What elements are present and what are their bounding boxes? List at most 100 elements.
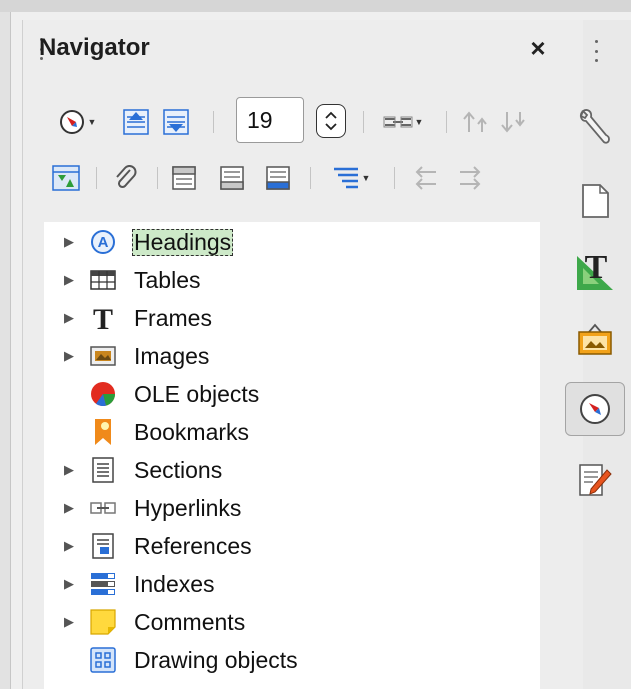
headings-icon: A	[90, 229, 116, 255]
expand-arrow-icon[interactable]: ▶	[64, 462, 74, 478]
promote-level-button[interactable]	[408, 162, 444, 194]
tree-item-headings[interactable]: ▶ A Headings	[44, 223, 540, 261]
panel-title: Navigator	[39, 34, 150, 61]
svg-text:T: T	[93, 304, 113, 332]
page-number-input[interactable]: 19	[236, 97, 304, 143]
tree-item-label: Sections	[134, 456, 223, 483]
sidebar-item-gallery[interactable]	[565, 312, 625, 366]
content-tree[interactable]: ▶ A Headings ▶ Tables ▶ T Frames ▶ Image…	[44, 222, 540, 689]
left-dock-edge	[0, 12, 11, 689]
manage-changes-icon	[579, 464, 612, 496]
images-icon	[90, 343, 116, 369]
previous-object-icon	[123, 109, 149, 135]
frames-icon: T	[90, 304, 116, 332]
header-icon	[172, 166, 196, 190]
tree-item-ole-objects[interactable]: OLE objects	[44, 375, 540, 413]
tree-item-frames[interactable]: ▶ T Frames	[44, 299, 540, 337]
tree-item-indexes[interactable]: ▶ Indexes	[44, 565, 540, 603]
expand-arrow-icon[interactable]: ▶	[64, 310, 74, 326]
sections-icon	[90, 457, 116, 483]
dropdown-arrow-icon: ▼	[87, 117, 97, 127]
tree-item-hyperlinks[interactable]: ▶ Hyperlinks	[44, 489, 540, 527]
promote-chapter-icon	[463, 111, 487, 132]
previous-object-button[interactable]	[120, 106, 152, 138]
expand-arrow-icon[interactable]: ▶	[64, 500, 74, 516]
paperclip-icon	[116, 165, 137, 189]
tree-item-references[interactable]: ▶ References	[44, 527, 540, 565]
tree-item-comments[interactable]: ▶ Comments	[44, 603, 540, 641]
tree-item-label: References	[134, 532, 252, 559]
page-icon	[582, 184, 609, 218]
expand-arrow-icon[interactable]: ▶	[64, 614, 74, 630]
expand-arrow-icon[interactable]: ▶	[64, 576, 74, 592]
toolbar-separator	[157, 167, 158, 189]
ole-objects-icon	[90, 381, 116, 407]
header-button[interactable]	[168, 162, 200, 194]
navigate-by-button[interactable]: ▼	[50, 106, 104, 138]
tree-item-label: Headings	[132, 228, 234, 256]
tree-item-bookmarks[interactable]: Bookmarks	[44, 413, 540, 451]
page-spinner-button[interactable]	[316, 104, 346, 138]
bookmarks-icon	[90, 419, 116, 445]
set-reminder-button[interactable]	[108, 162, 144, 194]
demote-chapter-icon	[501, 112, 525, 133]
sidebar-grip-icon[interactable]	[595, 40, 599, 62]
footer-icon	[220, 166, 244, 190]
navigator-icon	[580, 394, 610, 424]
sidebar-item-properties[interactable]	[565, 100, 625, 154]
tree-item-label: OLE objects	[134, 380, 260, 407]
expand-arrow-icon[interactable]: ▶	[64, 234, 74, 250]
expand-arrow-icon[interactable]: ▶	[64, 272, 74, 288]
toolbar-separator	[363, 111, 364, 133]
expand-arrow-icon[interactable]: ▶	[64, 348, 74, 364]
sidebar-item-navigator[interactable]	[565, 382, 625, 436]
tree-item-label: Indexes	[134, 570, 215, 597]
window-top-edge	[0, 0, 631, 12]
sidebar-item-styles[interactable]: T	[565, 244, 625, 298]
svg-text:A: A	[98, 234, 109, 251]
tree-item-label: Drawing objects	[134, 646, 298, 673]
tree-item-label: Frames	[134, 304, 212, 331]
toolbar-separator	[446, 111, 447, 133]
tree-item-tables[interactable]: ▶ Tables	[44, 261, 540, 299]
tree-item-label: Images	[134, 342, 210, 369]
toggle-master-view-button[interactable]	[50, 162, 82, 194]
expand-arrow-icon[interactable]: ▶	[64, 538, 74, 554]
hyperlinks-icon	[90, 495, 116, 521]
dropdown-arrow-icon: ▼	[361, 173, 371, 183]
sidebar-item-page[interactable]	[565, 174, 625, 228]
next-object-icon	[163, 109, 189, 135]
drag-mode-icon	[383, 116, 413, 128]
promote-level-icon	[415, 166, 436, 190]
tree-item-sections[interactable]: ▶ Sections	[44, 451, 540, 489]
toolbar-separator	[394, 167, 395, 189]
demote-chapter-button[interactable]	[496, 106, 532, 138]
close-button[interactable]: ×	[524, 33, 552, 63]
toggle-master-view-icon	[52, 165, 80, 191]
demote-level-icon	[460, 166, 481, 190]
promote-chapter-button[interactable]	[458, 106, 494, 138]
anchor-endnote-button[interactable]	[262, 162, 294, 194]
svg-text:T: T	[585, 250, 608, 286]
footer-button[interactable]	[216, 162, 248, 194]
references-icon	[90, 533, 116, 559]
tree-item-label: Bookmarks	[134, 418, 250, 445]
next-object-button[interactable]	[160, 106, 192, 138]
demote-level-button[interactable]	[452, 162, 488, 194]
endnote-icon	[266, 166, 290, 190]
properties-icon	[579, 109, 610, 144]
tree-item-images[interactable]: ▶ Images	[44, 337, 540, 375]
spin-up-icon	[325, 111, 337, 119]
indexes-icon	[90, 571, 116, 597]
gallery-icon	[578, 323, 612, 355]
drawing-objects-icon	[90, 647, 116, 673]
drag-mode-button[interactable]: ▼	[372, 106, 434, 138]
toolbar-separator	[96, 167, 97, 189]
sidebar-item-manage-changes[interactable]	[565, 454, 625, 508]
navigate-by-icon	[59, 110, 84, 134]
dropdown-arrow-icon: ▼	[414, 117, 424, 127]
tree-item-drawing-objects[interactable]: Drawing objects	[44, 641, 540, 679]
heading-levels-button[interactable]: ▼	[320, 162, 382, 194]
comments-icon	[90, 609, 116, 635]
tree-item-label: Hyperlinks	[134, 494, 242, 521]
